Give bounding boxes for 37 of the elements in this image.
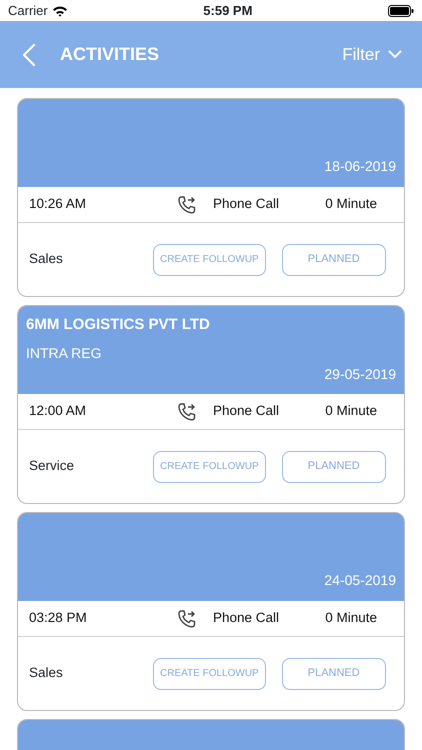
- activity-duration: 0 Minute: [325, 609, 377, 628]
- create-followup-button[interactable]: CREATE FOLLOWUP: [153, 450, 266, 482]
- create-followup-button[interactable]: CREATE FOLLOWUP: [153, 244, 266, 276]
- status-button[interactable]: PLANNED: [282, 658, 386, 690]
- activity-time: 10:26 AM: [29, 195, 88, 214]
- activity-type: Phone Call: [213, 195, 280, 214]
- activity-category: Service: [29, 457, 76, 476]
- activity-card[interactable]: 18-06-2019 10:26 AM Phone Call 0 Minute Sales CREATE FOLLOWUP PLANNED: [17, 98, 405, 297]
- time-label: 5:59 PM: [203, 2, 252, 20]
- activity-type: Phone Call: [213, 402, 280, 420]
- battery-icon: [388, 4, 414, 16]
- activity-date: 29-05-2019: [324, 364, 396, 384]
- activity-duration: 0 Minute: [325, 402, 377, 420]
- activity-card[interactable]: 6MM LOGISTICS PVT LTD INTRA REG 29-05-2019 12:00 AM Phone Call 0 Minute Service CREATE FOLLOWUP PLANNED: [17, 305, 405, 504]
- activity-duration: 0 Minute: [325, 195, 377, 214]
- status-button[interactable]: PLANNED: [282, 450, 386, 482]
- activity-type: Phone Call: [213, 609, 280, 628]
- wifi-icon: [52, 4, 68, 16]
- company-subtitle: INTRA REG: [26, 344, 102, 362]
- company-name: 6MM LOGISTICS PVT LTD: [26, 315, 211, 335]
- back-icon[interactable]: [22, 42, 36, 66]
- activity-time: 12:00 AM: [29, 402, 88, 420]
- activity-category: Sales: [29, 250, 64, 268]
- activity-card[interactable]: 24-05-2019 03:28 PM Phone Call 0 Minute Sales CREATE FOLLOWUP PLANNED: [17, 512, 405, 711]
- phone-call-icon: [177, 402, 197, 422]
- phone-call-icon: [177, 194, 197, 214]
- filter-button[interactable]: Filter: [342, 42, 402, 68]
- chevron-down-icon: [388, 50, 402, 59]
- create-followup-button[interactable]: CREATE FOLLOWUP: [153, 658, 266, 690]
- activity-category: Sales: [29, 664, 64, 682]
- activity-date: 18-06-2019: [324, 157, 396, 176]
- activity-date: 24-05-2019: [324, 571, 396, 590]
- carrier-label: Carrier: [8, 2, 48, 20]
- status-button[interactable]: PLANNED: [282, 244, 386, 276]
- activity-time: 03:28 PM: [29, 609, 88, 628]
- phone-call-icon: [177, 608, 197, 628]
- page-title: ACTIVITIES: [60, 43, 160, 66]
